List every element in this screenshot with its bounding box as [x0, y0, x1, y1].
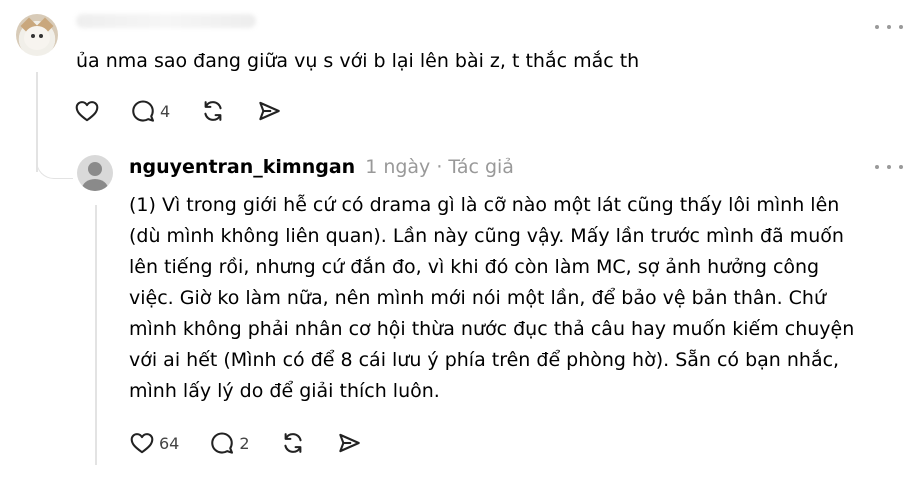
parent-reply-count: 4 — [160, 101, 171, 121]
comment-bubble-icon — [211, 432, 234, 454]
repost-icon — [204, 101, 222, 121]
comment-bubble-icon — [132, 100, 154, 122]
reply-share-button[interactable] — [336, 430, 362, 456]
author-badge: Tác giả — [448, 156, 514, 178]
parent-actions: 4 — [74, 98, 312, 124]
thread-view: ủa nma sao đang giữa vụ s với b lại lên … — [0, 0, 923, 478]
parent-more-icon[interactable] — [875, 19, 903, 35]
reply-text-line: (dù mình không liên quan). Lần này cũng … — [129, 225, 844, 247]
parent-repost-button[interactable] — [200, 98, 226, 124]
reply-avatar[interactable] — [77, 155, 113, 191]
reply-username[interactable]: nguyentran_kimngan — [129, 154, 355, 180]
parent-username-blurred — [76, 14, 256, 28]
repost-icon — [283, 433, 302, 453]
reply-header: nguyentran_kimngan 1 ngày · Tác giả — [129, 154, 514, 180]
thread-connector-curve — [36, 142, 73, 179]
reply-text-line: với ai hết (Mình có để 8 cái lưu ý phía … — [129, 349, 840, 371]
reply-repost-button[interactable] — [280, 430, 306, 456]
reply-actions: 64 2 — [129, 430, 392, 456]
reply-text-line: (1) Vì trong giới hễ cứ có drama gì là c… — [129, 194, 840, 216]
reply-text-line: mình không phải nhân cơ hội thừa nước đụ… — [129, 318, 855, 340]
parent-like-button[interactable] — [74, 98, 100, 124]
reply-more-icon[interactable] — [875, 159, 903, 175]
reply-like-count: 64 — [159, 433, 180, 453]
reply-connector-line — [95, 205, 97, 465]
reply-text-line: lên tiếng rồi, nhưng cứ đắn đo, vì khi đ… — [129, 256, 820, 278]
heart-icon — [130, 433, 154, 454]
header-separator: · — [436, 156, 443, 178]
reply-comment-button[interactable]: 2 — [209, 430, 250, 456]
reply-text-line: mình lấy lý do để giải thích luôn. — [129, 380, 440, 402]
reply-reply-count: 2 — [239, 433, 250, 453]
reply-timestamp: 1 ngày — [365, 156, 431, 178]
parent-avatar[interactable] — [16, 14, 58, 56]
send-icon — [259, 101, 280, 121]
reply-text: (1) Vì trong giới hễ cứ có drama gì là c… — [129, 190, 889, 407]
heart-icon — [75, 101, 99, 122]
send-icon — [338, 433, 360, 453]
reply-like-button[interactable]: 64 — [129, 430, 179, 456]
parent-comment-button[interactable]: 4 — [130, 98, 170, 124]
reply-text-line: việc. Giờ ko làm nữa, nên mình mới nói m… — [129, 287, 827, 309]
parent-comment-text: ủa nma sao đang giữa vụ s với b lại lên … — [76, 50, 640, 72]
parent-share-button[interactable] — [256, 98, 282, 124]
